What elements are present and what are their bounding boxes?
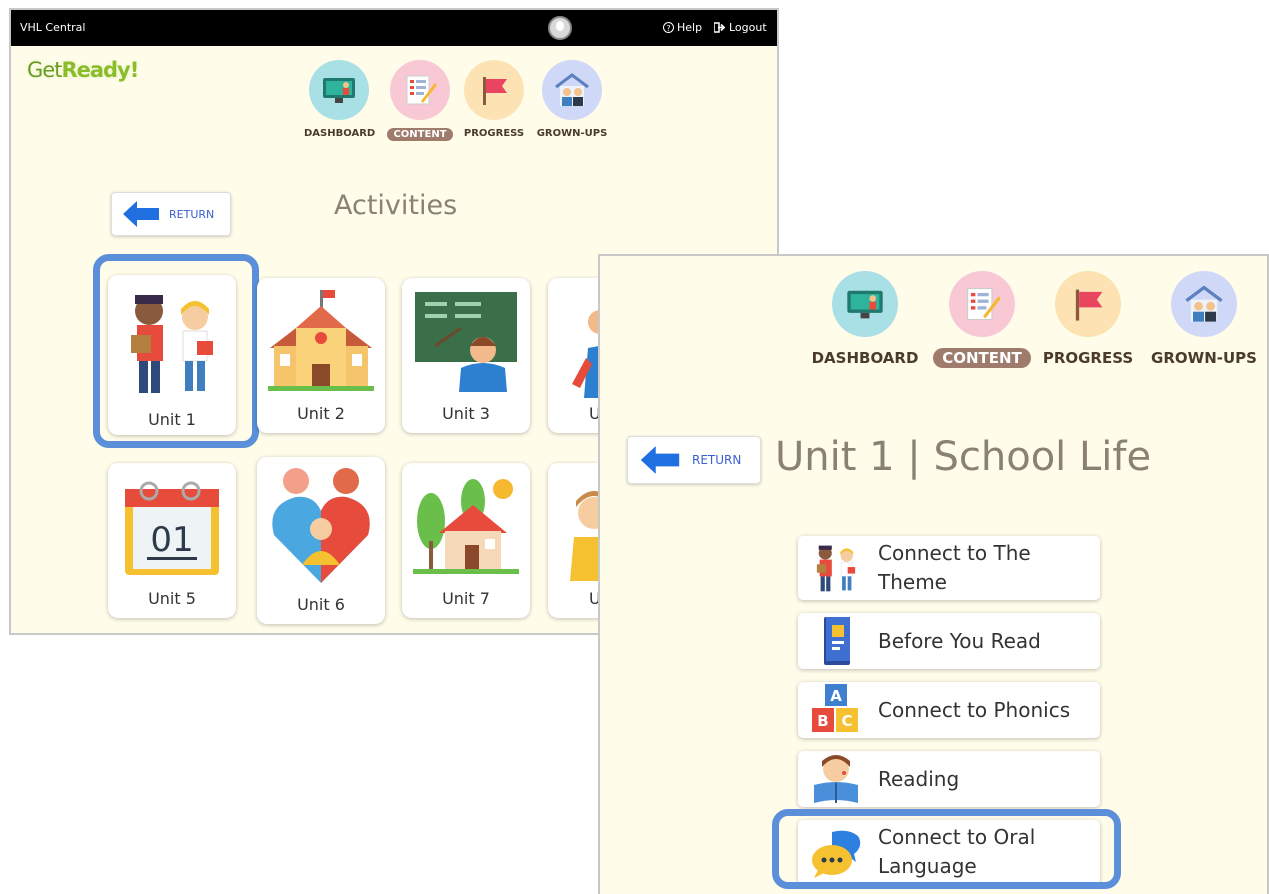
arrow-left-icon <box>123 201 159 227</box>
activity-label: Reading <box>878 766 960 791</box>
nav-label: GROWN-UPS <box>536 128 608 139</box>
calendar-icon: 01 <box>125 481 219 575</box>
progress-icon <box>464 60 524 120</box>
svg-text:A: A <box>830 687 842 705</box>
family-heart-icon <box>272 468 370 583</box>
activity-connect-phonics[interactable]: ABC Connect to Phonics <box>798 682 1100 738</box>
nav-progress[interactable]: PROGRESS <box>1040 271 1136 367</box>
activity-label-2: Theme <box>878 570 947 594</box>
activity-label: Connect to The <box>878 541 1031 565</box>
svg-text:B: B <box>817 712 828 730</box>
get-ready-logo: GetReady! <box>27 58 139 82</box>
grown-ups-icon <box>1171 271 1237 337</box>
unit-card[interactable]: Unit 3 <box>402 278 530 433</box>
help-icon: ? <box>663 22 674 33</box>
unit-card[interactable]: 01 Unit 5 <box>108 463 236 618</box>
logout-label: Logout <box>729 21 767 34</box>
unit-detail-screen: DASHBOARD CONTENT PROGRESS GROWN-UPS RET… <box>598 254 1269 894</box>
teacher-chalkboard-icon <box>415 292 517 392</box>
top-bar: VHL Central ? Help Logout <box>11 10 777 46</box>
page-title: Activities <box>334 190 458 221</box>
svg-text:C: C <box>841 712 852 730</box>
brand-link[interactable]: VHL Central <box>20 21 85 34</box>
unit-card[interactable]: Unit 6 <box>257 457 385 624</box>
reading-child-icon <box>808 751 864 807</box>
unit-label: Unit 5 <box>148 589 196 608</box>
unit-label: Unit 3 <box>442 404 490 423</box>
return-label: RETURN <box>692 453 742 467</box>
nav-progress[interactable]: PROGRESS <box>462 60 526 139</box>
progress-icon <box>1055 271 1121 337</box>
unit-card[interactable]: Unit 2 <box>257 278 385 433</box>
svg-text:01: 01 <box>150 520 193 560</box>
content-icon <box>949 271 1015 337</box>
help-link[interactable]: ? Help <box>663 21 702 34</box>
help-label: Help <box>677 21 703 34</box>
activity-reading[interactable]: Reading <box>798 751 1100 807</box>
avatar[interactable] <box>548 16 572 40</box>
selection-highlight <box>93 254 259 448</box>
nav-label: GROWN-UPS <box>1151 349 1257 367</box>
school-building-icon <box>268 290 374 391</box>
nav-label-active: CONTENT <box>387 128 453 141</box>
nav-label-active: CONTENT <box>933 348 1031 368</box>
nav-content[interactable]: CONTENT <box>933 271 1031 368</box>
unit-card[interactable]: Unit 7 <box>402 463 530 618</box>
nav-label: PROGRESS <box>1042 349 1134 367</box>
nav-dashboard[interactable]: DASHBOARD <box>800 271 930 367</box>
unit-label: Unit 7 <box>442 589 490 608</box>
nav-label: DASHBOARD <box>304 128 376 139</box>
book-icon <box>808 613 864 669</box>
logout-link[interactable]: Logout <box>714 21 767 34</box>
unit-label: Unit 2 <box>297 404 345 423</box>
dashboard-icon <box>309 60 369 120</box>
grown-ups-icon <box>542 60 602 120</box>
selection-highlight <box>772 809 1121 889</box>
logout-icon <box>714 22 726 33</box>
nav-grown-ups[interactable]: GROWN-UPS <box>1148 271 1260 367</box>
activity-label: Before You Read <box>878 628 1041 653</box>
nav-grown-ups[interactable]: GROWN-UPS <box>535 60 609 139</box>
return-label: RETURN <box>169 207 215 221</box>
abc-blocks-icon: ABC <box>808 682 864 738</box>
activity-connect-theme[interactable]: Connect to The Theme <box>798 536 1100 600</box>
house-trees-icon <box>413 479 519 574</box>
arrow-left-icon <box>640 446 680 474</box>
return-button[interactable]: RETURN <box>111 192 231 236</box>
students-icon <box>808 540 864 596</box>
unit-label: Unit 6 <box>297 595 345 614</box>
nav-label: PROGRESS <box>463 128 525 139</box>
page-title: Unit 1 | School Life <box>775 434 1152 480</box>
activity-label: Connect to Phonics <box>878 697 1071 722</box>
return-button[interactable]: RETURN <box>627 436 761 484</box>
nav-label: DASHBOARD <box>811 349 919 367</box>
nav-dashboard[interactable]: DASHBOARD <box>304 60 376 139</box>
content-icon <box>390 60 450 120</box>
dashboard-icon <box>832 271 898 337</box>
nav-content[interactable]: CONTENT <box>387 60 453 141</box>
activity-before-you-read[interactable]: Before You Read <box>798 613 1100 669</box>
